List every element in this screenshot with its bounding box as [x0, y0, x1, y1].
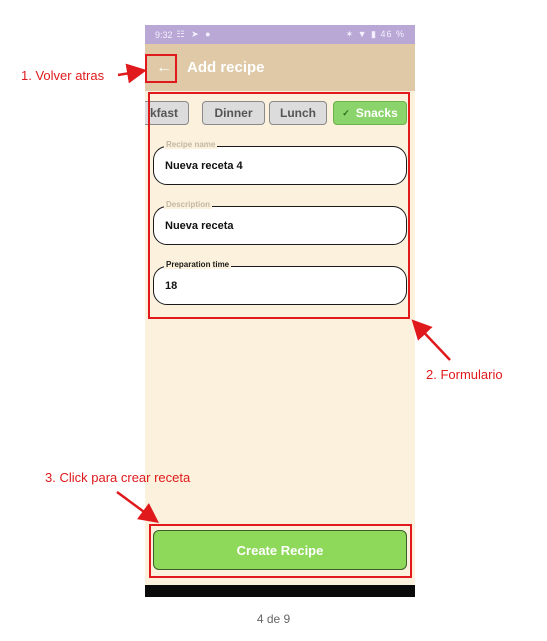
annotation-arrows [116, 63, 451, 523]
form-arrow-line [411, 319, 451, 361]
create-arrow-line [116, 490, 160, 523]
annotation-create: 3. Click para crear receta [45, 470, 191, 485]
faded-background-artifact [490, 262, 530, 276]
annotation-form: 2. Formulario [426, 367, 503, 382]
annotation-back: 1. Volver atras [21, 68, 105, 83]
page-counter: 4 de 9 [256, 612, 291, 626]
back-arrow-line [117, 63, 147, 84]
